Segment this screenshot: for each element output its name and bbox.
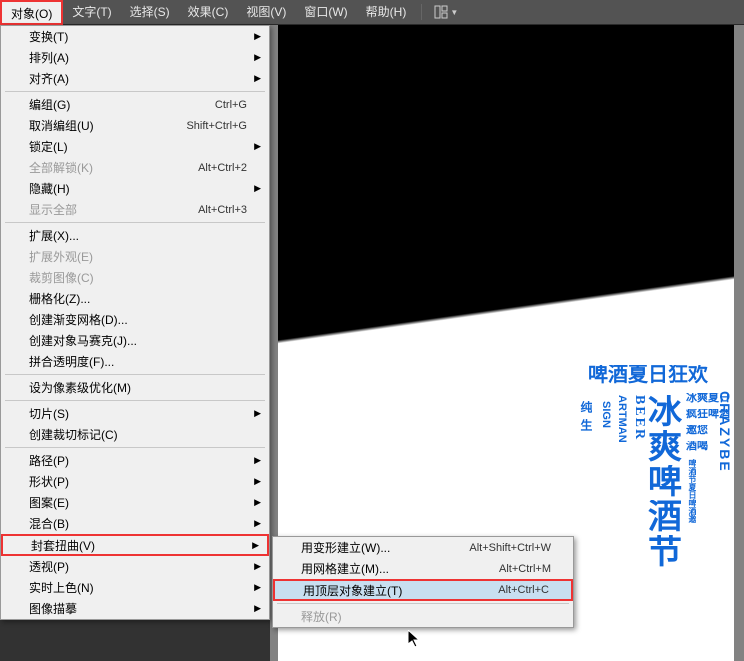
submenu-arrow-icon: ▶ bbox=[254, 408, 261, 419]
text-ice2-5: 节 bbox=[648, 535, 682, 569]
menu-shortcut: Ctrl+G bbox=[215, 99, 247, 111]
menu-item-11[interactable]: 扩展(X)... bbox=[1, 225, 269, 246]
submenu-arrow-icon: ▶ bbox=[254, 183, 261, 194]
submenu-item-2[interactable]: 用顶层对象建立(T)Alt+Ctrl+C bbox=[273, 579, 573, 601]
text-ice2-1: 冰 bbox=[648, 395, 682, 429]
menu-item-26[interactable]: 图案(E)▶ bbox=[1, 492, 269, 513]
menu-window[interactable]: 窗口(W) bbox=[295, 0, 356, 25]
menu-item-14[interactable]: 栅格化(Z)... bbox=[1, 288, 269, 309]
text-vert-1: 纯 bbox=[580, 401, 592, 413]
menu-item-1[interactable]: 排列(A)▶ bbox=[1, 47, 269, 68]
menu-shortcut: Alt+Ctrl+2 bbox=[198, 162, 247, 174]
menu-item-28[interactable]: 封套扭曲(V)▶用变形建立(W)...Alt+Shift+Ctrl+W用网格建立… bbox=[1, 534, 269, 556]
submenu-arrow-icon: ▶ bbox=[254, 31, 261, 42]
text-vert-2: 生 bbox=[580, 419, 592, 431]
doc-arrange-icon[interactable]: ▼ bbox=[428, 5, 464, 19]
submenu-arrow-icon: ▶ bbox=[254, 141, 261, 152]
submenu-arrow-icon: ▶ bbox=[254, 603, 261, 614]
menu-item-15[interactable]: 创建渐变网格(D)... bbox=[1, 309, 269, 330]
menu-item-7: 全部解锁(K)Alt+Ctrl+2 bbox=[1, 157, 269, 178]
menu-effect[interactable]: 效果(C) bbox=[179, 0, 238, 25]
submenu-arrow-icon: ▶ bbox=[254, 476, 261, 487]
text-ice2-4: 酒 bbox=[648, 500, 682, 534]
menu-item-9: 显示全部Alt+Ctrl+3 bbox=[1, 199, 269, 220]
menu-shortcut: Alt+Shift+Ctrl+W bbox=[469, 542, 551, 554]
menu-item-31[interactable]: 图像描摹▶ bbox=[1, 598, 269, 619]
text-crazy-v2: CRAZYBE bbox=[718, 391, 732, 473]
menu-item-5[interactable]: 取消编组(U)Shift+Ctrl+G bbox=[1, 115, 269, 136]
menu-separator bbox=[5, 91, 265, 92]
menu-shortcut: Alt+Ctrl+3 bbox=[198, 204, 247, 216]
envelope-submenu: 用变形建立(W)...Alt+Shift+Ctrl+W用网格建立(M)...Al… bbox=[272, 536, 574, 628]
submenu-arrow-icon: ▶ bbox=[254, 73, 261, 84]
menu-item-13: 裁剪图像(C) bbox=[1, 267, 269, 288]
menu-item-8[interactable]: 隐藏(H)▶ bbox=[1, 178, 269, 199]
submenu-arrow-icon: ▶ bbox=[254, 518, 261, 529]
menubar: 对象(O) 文字(T) 选择(S) 效果(C) 视图(V) 窗口(W) 帮助(H… bbox=[0, 0, 744, 25]
menu-item-12: 扩展外观(E) bbox=[1, 246, 269, 267]
menu-object[interactable]: 对象(O) bbox=[0, 0, 63, 25]
text-bot-4: 邀您 bbox=[686, 425, 708, 436]
menu-shortcut: Alt+Ctrl+M bbox=[499, 563, 551, 575]
menu-item-6[interactable]: 锁定(L)▶ bbox=[1, 136, 269, 157]
text-artman2: ARTMAN bbox=[616, 395, 627, 443]
menu-item-16[interactable]: 创建对象马赛克(J)... bbox=[1, 330, 269, 351]
separator bbox=[421, 4, 422, 20]
text-bot-5: 酒喝 bbox=[686, 441, 708, 452]
submenu-arrow-icon: ▶ bbox=[252, 540, 259, 551]
menu-separator bbox=[5, 374, 265, 375]
submenu-item-0[interactable]: 用变形建立(W)...Alt+Shift+Ctrl+W bbox=[273, 537, 573, 558]
menu-separator bbox=[5, 222, 265, 223]
submenu-arrow-icon: ▶ bbox=[254, 582, 261, 593]
menu-item-25[interactable]: 形状(P)▶ bbox=[1, 471, 269, 492]
menu-item-30[interactable]: 实时上色(N)▶ bbox=[1, 577, 269, 598]
menu-separator bbox=[5, 400, 265, 401]
submenu-item-3: 释放(R) bbox=[273, 606, 573, 627]
menu-shortcut: Shift+Ctrl+G bbox=[186, 120, 247, 132]
menu-item-17[interactable]: 拼合透明度(F)... bbox=[1, 351, 269, 372]
text-ice2-2: 爽 bbox=[648, 430, 682, 464]
cursor-icon bbox=[408, 630, 424, 650]
menu-item-0[interactable]: 变换(T)▶ bbox=[1, 26, 269, 47]
text-ice2-3: 啤 bbox=[648, 465, 682, 499]
submenu-arrow-icon: ▶ bbox=[254, 497, 261, 508]
text-beer-v: BEER bbox=[632, 395, 646, 441]
submenu-arrow-icon: ▶ bbox=[254, 561, 261, 572]
menu-item-29[interactable]: 透视(P)▶ bbox=[1, 556, 269, 577]
submenu-arrow-icon: ▶ bbox=[254, 52, 261, 63]
menu-item-27[interactable]: 混合(B)▶ bbox=[1, 513, 269, 534]
menu-item-19[interactable]: 设为像素级优化(M) bbox=[1, 377, 269, 398]
menu-item-2[interactable]: 对齐(A)▶ bbox=[1, 68, 269, 89]
menu-view[interactable]: 视图(V) bbox=[237, 0, 295, 25]
submenu-item-1[interactable]: 用网格建立(M)...Alt+Ctrl+M bbox=[273, 558, 573, 579]
menu-item-24[interactable]: 路径(P)▶ bbox=[1, 450, 269, 471]
menu-item-4[interactable]: 编组(G)Ctrl+G bbox=[1, 94, 269, 115]
menu-separator bbox=[5, 447, 265, 448]
menu-item-22[interactable]: 创建裁切标记(C) bbox=[1, 424, 269, 445]
text-bot-1: 啤酒夏日狂欢 bbox=[588, 365, 708, 385]
submenu-arrow-icon: ▶ bbox=[254, 455, 261, 466]
menu-item-21[interactable]: 切片(S)▶ bbox=[1, 403, 269, 424]
menu-help[interactable]: 帮助(H) bbox=[357, 0, 416, 25]
menu-shortcut: Alt+Ctrl+C bbox=[498, 584, 549, 596]
object-menu: 变换(T)▶排列(A)▶对齐(A)▶ 编组(G)Ctrl+G取消编组(U)Shif… bbox=[0, 25, 270, 620]
text-sign2: SIGN bbox=[600, 401, 611, 428]
menu-text[interactable]: 文字(T) bbox=[63, 0, 120, 25]
menu-select[interactable]: 选择(S) bbox=[121, 0, 179, 25]
text-vert-3: 啤酒节夏日啤酒邀 bbox=[688, 459, 696, 523]
